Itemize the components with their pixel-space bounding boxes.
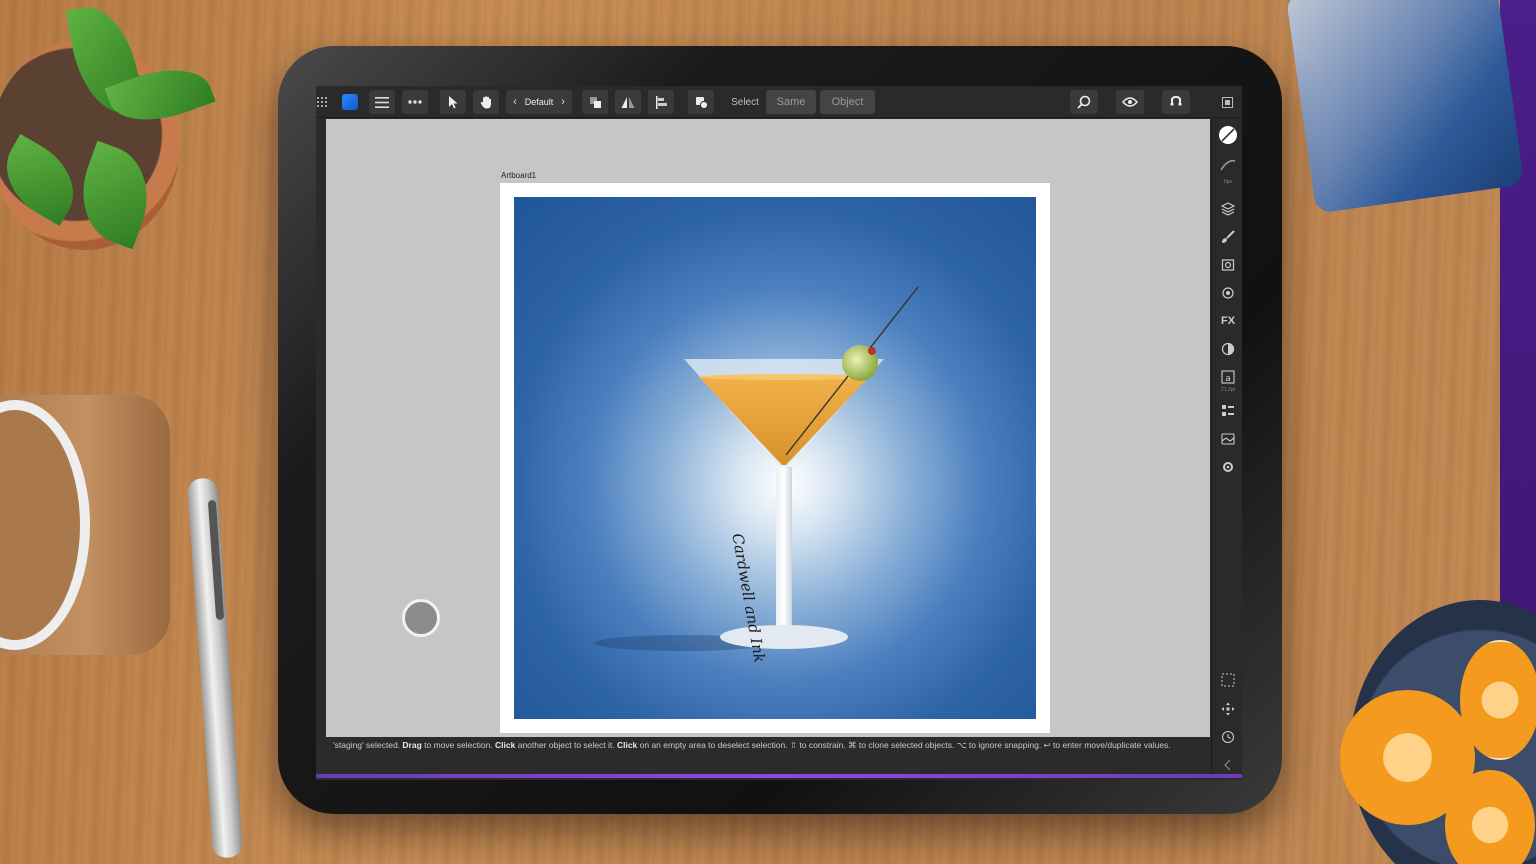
top-toolbar: ‹ Default › Select Same Object xyxy=(316,86,1242,118)
studio-panel: 0px FX a 21.2pt xyxy=(1211,119,1242,780)
persona-switcher[interactable]: ‹ Default › xyxy=(506,90,572,114)
styles-icon[interactable] xyxy=(1218,339,1238,359)
navigator-icon[interactable] xyxy=(1218,699,1238,719)
undo-arrow-icon[interactable] xyxy=(1218,755,1238,775)
arrange-icon[interactable] xyxy=(582,90,608,114)
effects-icon[interactable]: FX xyxy=(1218,311,1238,331)
transform-grid-icon[interactable] xyxy=(1218,670,1238,690)
persona-label: Default xyxy=(524,97,554,107)
layers-icon[interactable] xyxy=(1218,199,1238,219)
status-click: Click xyxy=(495,740,516,750)
select-same-button[interactable]: Same xyxy=(766,90,816,114)
zoom-icon[interactable] xyxy=(1070,90,1098,114)
status-drag: Drag xyxy=(402,740,422,750)
flip-icon[interactable] xyxy=(615,90,641,114)
view-mode-icon[interactable] xyxy=(1116,90,1144,114)
martini-artwork[interactable]: Cardwell and Ink xyxy=(514,197,1036,719)
chevron-right-icon[interactable]: › xyxy=(561,96,565,108)
status-click2: Click xyxy=(616,740,638,750)
designer-logo-icon[interactable] xyxy=(340,90,360,114)
assets-icon[interactable] xyxy=(1218,429,1238,449)
status-drag-text: to move selection. xyxy=(421,740,496,750)
svg-text:a: a xyxy=(1225,374,1231,384)
left-tools-rail[interactable] xyxy=(316,118,326,738)
orange-slice xyxy=(1460,640,1536,760)
grid-icon[interactable] xyxy=(316,90,328,114)
chevron-left-icon[interactable]: ‹ xyxy=(513,96,517,108)
settings-icon[interactable] xyxy=(1218,457,1238,477)
select-object-button[interactable]: Object xyxy=(820,90,875,114)
drag-handle[interactable] xyxy=(402,599,440,637)
text-size-label: 21.2pt xyxy=(1221,387,1235,393)
status-selected: 'staging' selected. xyxy=(333,740,401,750)
hamburger-menu-icon[interactable] xyxy=(369,90,395,114)
hand-tool-icon[interactable] xyxy=(473,90,499,114)
status-click-text: another object to select it. xyxy=(515,740,617,750)
artboard-label[interactable]: Artboard1 xyxy=(501,171,536,180)
fullscreen-icon[interactable] xyxy=(1218,90,1236,114)
appearance-icon[interactable] xyxy=(1218,283,1238,303)
app-screen: ‹ Default › Select Same Object Artboard1… xyxy=(316,86,1242,780)
fill-color-icon[interactable] xyxy=(1218,125,1238,145)
history-icon[interactable] xyxy=(1218,727,1238,747)
character-icon[interactable]: a xyxy=(1218,367,1238,387)
app-box-decoration xyxy=(1285,0,1525,214)
stroke-width-label: 0px xyxy=(1223,179,1233,185)
stroke-icon[interactable] xyxy=(1218,155,1238,175)
transform-panel-icon[interactable] xyxy=(1218,401,1238,421)
move-tool-icon[interactable] xyxy=(440,90,466,114)
boolean-icon[interactable] xyxy=(688,90,714,114)
artboard[interactable]: Cardwell and Ink xyxy=(500,183,1050,733)
brushes-icon[interactable] xyxy=(1218,227,1238,247)
martini-glass-illustration xyxy=(594,286,919,651)
align-icon[interactable] xyxy=(648,90,674,114)
bottom-accent-bar xyxy=(316,774,1242,778)
more-dots-icon[interactable] xyxy=(402,90,428,114)
select-label: Select xyxy=(731,96,759,108)
canvas-area[interactable]: Artboard1 Cardwell and Ink xyxy=(326,119,1210,737)
status-click2-text: on an empty area to deselect selection. … xyxy=(637,740,1171,750)
snapping-icon[interactable] xyxy=(1162,90,1190,114)
symbols-icon[interactable] xyxy=(1218,255,1238,275)
status-bar: 'staging' selected. Drag to move selecti… xyxy=(326,737,1210,773)
